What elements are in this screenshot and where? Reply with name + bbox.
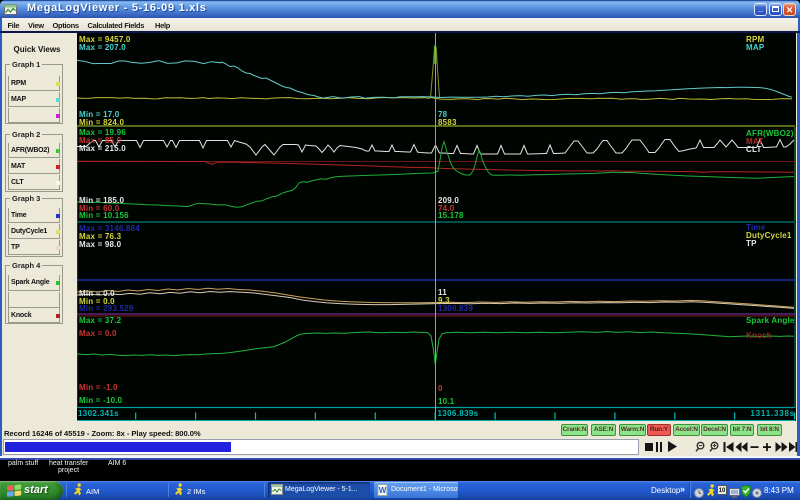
svg-text:W: W — [379, 486, 387, 495]
